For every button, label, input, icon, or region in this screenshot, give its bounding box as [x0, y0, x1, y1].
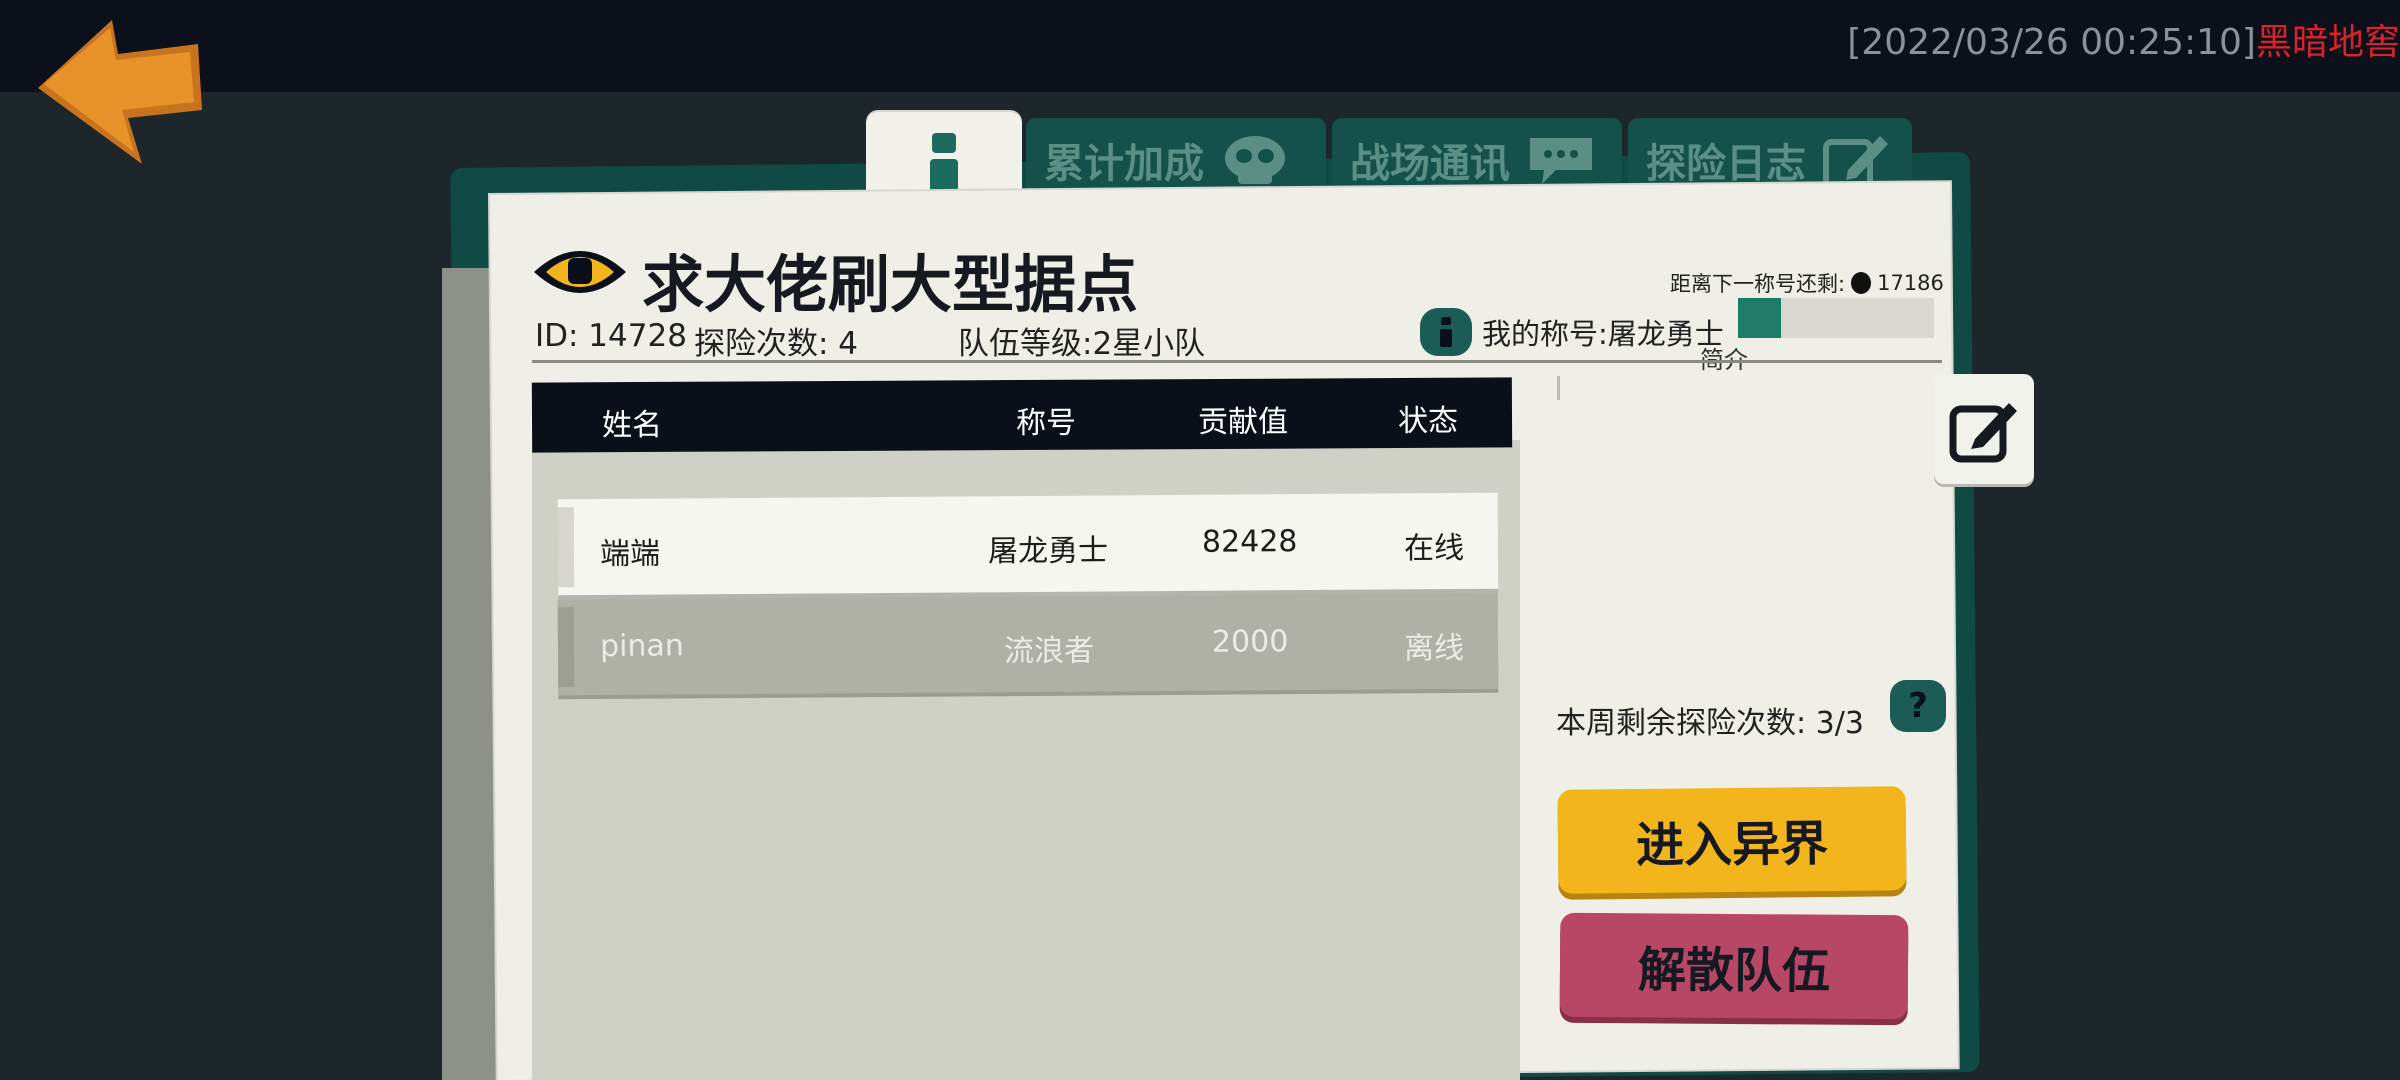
- title-progress-bar: [1738, 298, 1934, 338]
- col-contribution: 贡献值: [1197, 404, 1289, 441]
- edit-intro-button[interactable]: [1934, 374, 2034, 484]
- member-title: 屠龙勇士: [987, 533, 1109, 570]
- next-title-remaining: 距离下一称号还剩: 17186: [1670, 268, 1944, 298]
- location-name: 黑暗地窖: [2255, 22, 2400, 63]
- expedition-count: 探险次数: 4: [694, 326, 859, 362]
- intro-label: 简介: [1700, 346, 1748, 374]
- team-name: 求大佬刷大型据点: [642, 248, 1139, 321]
- table-row[interactable]: pinan 流浪者 2000 离线: [557, 592, 1499, 696]
- team-level: 队伍等级:2星小队: [958, 326, 1206, 362]
- info-icon: [1420, 308, 1472, 356]
- table-row[interactable]: 端端 屠龙勇士 82428 在线: [557, 492, 1499, 596]
- col-status: 状态: [1397, 403, 1459, 440]
- member-name: 端端: [599, 536, 661, 572]
- help-button[interactable]: ?: [1890, 680, 1946, 732]
- intro-text-field[interactable]: [1557, 376, 1560, 400]
- row-accent: [557, 507, 575, 588]
- tab-log-label: 探险日志: [1646, 141, 1806, 187]
- title-progress-fill: [1738, 298, 1782, 338]
- member-title: 流浪者: [1003, 633, 1095, 670]
- member-status: 离线: [1403, 630, 1465, 667]
- enter-otherworld-button[interactable]: 进入异界: [1557, 786, 1907, 894]
- row-accent: [557, 607, 575, 688]
- weekly-remaining: 本周剩余探险次数: 3/3: [1556, 706, 1864, 741]
- member-name: pinan: [599, 628, 684, 664]
- col-name: 姓名: [601, 407, 663, 444]
- next-title-label: 距离下一称号还剩:: [1670, 272, 1846, 296]
- member-contribution: 82428: [1201, 524, 1298, 560]
- my-title-label: 我的称号:屠龙勇士: [1482, 317, 1724, 351]
- back-arrow-icon[interactable]: [30, 14, 205, 169]
- tab-bonus-label: 累计加成: [1044, 141, 1204, 187]
- chat-bubble-icon: [1530, 138, 1592, 184]
- team-id: ID: 14728: [535, 318, 687, 354]
- coin-icon: [1851, 272, 1872, 294]
- my-title: 我的称号:屠龙勇士: [1420, 308, 1724, 356]
- pencil-edit-icon: [1949, 403, 2017, 463]
- eye-icon: [534, 251, 626, 293]
- header-divider: [532, 360, 1942, 363]
- question-icon: ?: [1908, 686, 1928, 726]
- timestamp: [2022/03/26 00:25:10]: [1847, 22, 2256, 63]
- tab-comms-label: 战场通讯: [1350, 141, 1510, 187]
- skull-icon: [1225, 136, 1285, 184]
- pencil-edit-icon: [1823, 136, 1888, 189]
- next-title-value: 17186: [1877, 271, 1944, 295]
- disband-team-button[interactable]: 解散队伍: [1559, 912, 1909, 1020]
- member-status: 在线: [1403, 530, 1465, 567]
- table-header: 姓名 称号 贡献值 状态: [531, 377, 1513, 453]
- member-contribution: 2000: [1211, 624, 1289, 660]
- top-bar: [2022/03/26 00:25:10]黑暗地窖: [0, 0, 2400, 92]
- timestamp-location: [2022/03/26 00:25:10]黑暗地窖: [1847, 20, 2400, 66]
- col-title: 称号: [1015, 405, 1077, 442]
